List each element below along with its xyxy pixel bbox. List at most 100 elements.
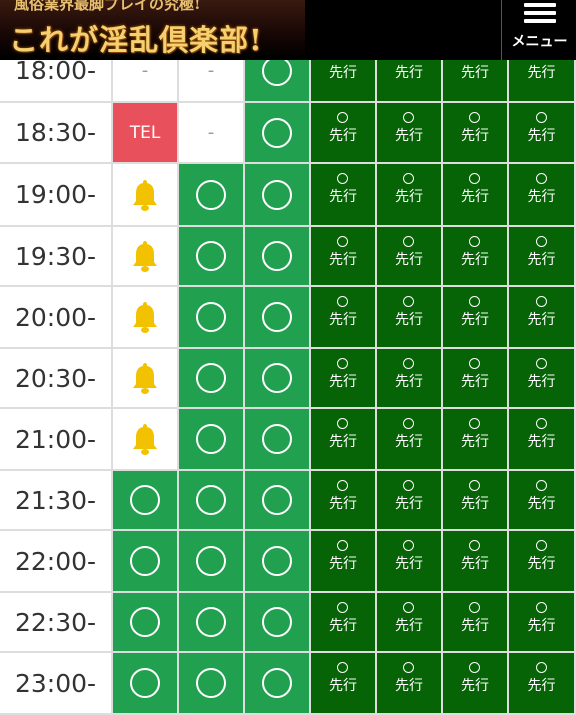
bell-cell[interactable]	[113, 409, 179, 471]
advance-booking-cell[interactable]: 先行	[509, 164, 576, 227]
banner-logo[interactable]: 風俗業界最脚プレイの究極! これが淫乱倶楽部!	[0, 0, 305, 58]
advance-booking-cell[interactable]: 先行	[377, 409, 443, 471]
advance-booking-cell[interactable]: 先行	[311, 409, 377, 471]
advance-booking-cell[interactable]: 先行	[311, 287, 377, 349]
advance-booking-cell[interactable]: 先行	[509, 653, 576, 715]
advance-booking-cell[interactable]: 先行	[377, 653, 443, 715]
advance-label: 先行	[329, 189, 357, 205]
bell-cell[interactable]	[113, 287, 179, 349]
advance-booking-cell[interactable]: 先行	[311, 164, 377, 227]
advance-booking-cell[interactable]: 先行	[443, 471, 509, 531]
small-circle-icon	[337, 112, 348, 123]
circle-icon	[262, 117, 292, 148]
advance-booking-cell[interactable]: 先行	[509, 349, 576, 409]
available-cell[interactable]	[245, 471, 311, 531]
available-cell[interactable]	[245, 287, 311, 349]
available-cell[interactable]	[179, 227, 245, 287]
advance-label: 先行	[329, 556, 357, 572]
advance-booking-cell[interactable]: 先行	[443, 593, 509, 653]
menu-button[interactable]: メニュー	[501, 0, 576, 60]
advance-label: 先行	[395, 556, 423, 572]
advance-booking-cell[interactable]: 先行	[509, 471, 576, 531]
advance-booking-cell[interactable]: 先行	[509, 531, 576, 593]
small-circle-icon	[403, 112, 414, 123]
advance-label: 先行	[395, 252, 423, 268]
advance-booking-cell[interactable]: 先行	[443, 287, 509, 349]
available-cell[interactable]	[245, 409, 311, 471]
available-cell[interactable]	[179, 287, 245, 349]
available-cell[interactable]	[179, 164, 245, 227]
available-cell[interactable]	[245, 103, 311, 164]
advance-label: 先行	[527, 128, 556, 144]
available-cell[interactable]	[245, 227, 311, 287]
advance-booking-cell[interactable]: 先行	[509, 593, 576, 653]
tel-cell[interactable]: TEL	[113, 103, 179, 164]
time-slot-label: 19:00-	[0, 164, 113, 227]
advance-booking-cell[interactable]: 先行	[443, 164, 509, 227]
small-circle-icon	[337, 540, 348, 551]
advance-label: 先行	[395, 65, 423, 81]
advance-booking-cell[interactable]: 先行	[443, 531, 509, 593]
advance-booking-cell[interactable]: 先行	[377, 471, 443, 531]
advance-booking-cell[interactable]: 先行	[311, 653, 377, 715]
advance-booking-cell[interactable]: 先行	[311, 227, 377, 287]
advance-label: 先行	[461, 556, 489, 572]
available-cell[interactable]	[179, 471, 245, 531]
available-cell[interactable]	[113, 531, 179, 593]
advance-booking-cell[interactable]: 先行	[311, 349, 377, 409]
advance-booking-cell[interactable]: 先行	[443, 409, 509, 471]
available-cell[interactable]	[245, 349, 311, 409]
advance-booking-cell[interactable]: 先行	[377, 531, 443, 593]
advance-label: 先行	[329, 496, 357, 512]
bell-cell[interactable]	[113, 349, 179, 409]
advance-booking-cell[interactable]: 先行	[377, 227, 443, 287]
available-cell[interactable]	[245, 164, 311, 227]
available-cell[interactable]	[179, 593, 245, 653]
advance-booking-cell[interactable]: 先行	[443, 227, 509, 287]
advance-booking-cell[interactable]: 先行	[509, 227, 576, 287]
advance-booking-cell[interactable]: 先行	[377, 103, 443, 164]
advance-booking-cell[interactable]: 先行	[377, 287, 443, 349]
advance-booking-cell[interactable]: 先行	[509, 103, 576, 164]
advance-label: 先行	[461, 312, 489, 328]
small-circle-icon	[469, 173, 480, 184]
advance-label: 先行	[329, 128, 357, 144]
advance-label: 先行	[329, 618, 357, 634]
advance-label: 先行	[395, 189, 423, 205]
advance-label: 先行	[527, 65, 556, 81]
available-cell[interactable]	[113, 653, 179, 715]
small-circle-icon	[535, 112, 547, 123]
bell-cell[interactable]	[113, 227, 179, 287]
available-cell[interactable]	[113, 593, 179, 653]
circle-icon	[262, 302, 292, 332]
available-cell[interactable]	[245, 531, 311, 593]
small-circle-icon	[535, 418, 547, 429]
bell-cell[interactable]	[113, 164, 179, 227]
advance-booking-cell[interactable]: 先行	[311, 531, 377, 593]
available-cell[interactable]	[113, 471, 179, 531]
advance-booking-cell[interactable]: 先行	[443, 653, 509, 715]
available-cell[interactable]	[179, 653, 245, 715]
small-circle-icon	[469, 112, 480, 123]
advance-label: 先行	[461, 128, 489, 144]
available-cell[interactable]	[179, 349, 245, 409]
advance-booking-cell[interactable]: 先行	[311, 593, 377, 653]
advance-label: 先行	[461, 496, 489, 512]
advance-label: 先行	[395, 312, 423, 328]
available-cell[interactable]	[179, 409, 245, 471]
small-circle-icon	[535, 540, 547, 551]
advance-booking-cell[interactable]: 先行	[443, 349, 509, 409]
advance-booking-cell[interactable]: 先行	[509, 409, 576, 471]
advance-booking-cell[interactable]: 先行	[311, 471, 377, 531]
available-cell[interactable]	[245, 653, 311, 715]
available-cell[interactable]	[179, 531, 245, 593]
advance-booking-cell[interactable]: 先行	[377, 349, 443, 409]
advance-booking-cell[interactable]: 先行	[311, 103, 377, 164]
advance-booking-cell[interactable]: 先行	[377, 164, 443, 227]
advance-label: 先行	[329, 434, 357, 450]
advance-booking-cell[interactable]: 先行	[377, 593, 443, 653]
advance-booking-cell[interactable]: 先行	[443, 103, 509, 164]
small-circle-icon	[403, 480, 414, 491]
available-cell[interactable]	[245, 593, 311, 653]
advance-booking-cell[interactable]: 先行	[509, 287, 576, 349]
